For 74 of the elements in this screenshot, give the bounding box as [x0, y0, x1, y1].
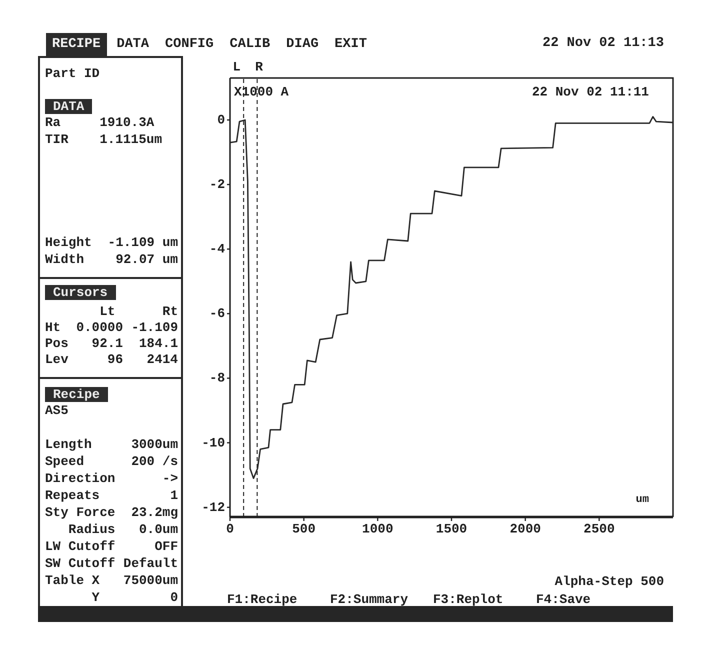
- section-header: Recipe: [45, 387, 108, 402]
- x-tick-label: 2500: [584, 522, 615, 536]
- field-value: 23.2mg: [131, 504, 178, 521]
- menu-item[interactable]: RECIPE: [46, 33, 107, 56]
- date-time: 22 Nov 02 11:13: [542, 35, 664, 54]
- field-label: Y: [92, 590, 100, 605]
- field-label: Direction: [45, 470, 116, 487]
- x-tick-label: 1000: [362, 522, 394, 536]
- y-tick-label: -10: [202, 435, 225, 450]
- field-label: Width: [45, 251, 84, 268]
- field-value: 0.0um: [138, 521, 178, 538]
- table-value: 0.0000: [76, 320, 124, 335]
- field-label: Table X: [45, 572, 100, 589]
- field-label: LW Cutoff: [45, 538, 116, 555]
- field-label: Repeats: [45, 487, 100, 504]
- field-label: TIR: [45, 131, 70, 148]
- function-key[interactable]: F1:Recipe: [227, 592, 298, 608]
- x-tick-label: 500: [292, 522, 316, 536]
- cursor-label: L: [232, 60, 241, 74]
- field-value: 1.1115um: [100, 131, 162, 148]
- row-label: Pos: [45, 336, 68, 351]
- row-label: Lev: [45, 352, 68, 367]
- y-tick-label: -8: [209, 370, 225, 386]
- table-value: 2414: [146, 352, 178, 367]
- function-key[interactable]: F3:Replot: [433, 592, 504, 608]
- field-value: -1.109 um: [108, 234, 178, 251]
- model-label: Alpha-Step 500: [554, 574, 664, 590]
- field-value: 1: [170, 487, 178, 504]
- y-tick-label: -2: [209, 177, 225, 192]
- unit-label: um: [636, 494, 649, 506]
- field-value: Default: [123, 555, 178, 572]
- field-label: SW Cutoff: [45, 555, 116, 572]
- menu-item[interactable]: EXIT: [328, 33, 373, 56]
- field-label: Speed: [45, 453, 84, 470]
- field-label: Height: [45, 234, 92, 251]
- row-label: Ht: [45, 320, 61, 335]
- y-tick-label: -6: [209, 306, 225, 322]
- function-key[interactable]: F2:Summary: [330, 592, 408, 608]
- column-header: Rt: [162, 304, 178, 319]
- plot-timestamp: 22 Nov 02 11:11: [532, 84, 649, 100]
- menu-item[interactable]: DATA: [110, 33, 156, 56]
- y-tick-label: -12: [202, 500, 225, 515]
- x-tick-label: 1500: [436, 522, 468, 536]
- table-value: 92.1: [92, 336, 123, 351]
- part-id-label: Part ID: [45, 66, 100, 81]
- field-value: OFF: [154, 538, 178, 555]
- x-tick-label: 2000: [510, 522, 541, 536]
- field-value: 0: [170, 589, 178, 606]
- field-value: ->: [162, 470, 178, 487]
- table-value: 96: [107, 352, 123, 367]
- field-value: 3000um: [131, 436, 178, 453]
- column-header: Lt: [100, 304, 116, 319]
- table-value: 184.1: [138, 336, 178, 351]
- field-value: 200 /s: [131, 453, 178, 470]
- recipe-name: AS5: [45, 403, 68, 418]
- field-label: Sty Force: [45, 504, 116, 521]
- y-tick-label: -4: [209, 242, 225, 257]
- section-header: Cursors: [45, 285, 116, 300]
- function-key[interactable]: F4:Save: [536, 592, 591, 608]
- field-value: 1910.3A: [100, 114, 154, 131]
- table-value: -1.109: [131, 320, 178, 335]
- field-value: 92.07 um: [116, 251, 178, 268]
- cursor-label: R: [255, 60, 263, 74]
- y-tick-label: 0: [217, 112, 225, 128]
- x-tick-label: 0: [226, 522, 234, 536]
- field-label: Radius: [68, 522, 116, 537]
- menu-item[interactable]: DIAG: [280, 33, 325, 56]
- section-header: DATA: [45, 99, 92, 114]
- scale-label: X1000 A: [234, 84, 289, 100]
- menu-item[interactable]: CONFIG: [159, 33, 220, 56]
- field-value: 75000um: [123, 572, 178, 589]
- menu-item[interactable]: CALIB: [224, 33, 276, 56]
- field-label: Ra: [45, 114, 62, 131]
- field-label: Length: [45, 436, 92, 453]
